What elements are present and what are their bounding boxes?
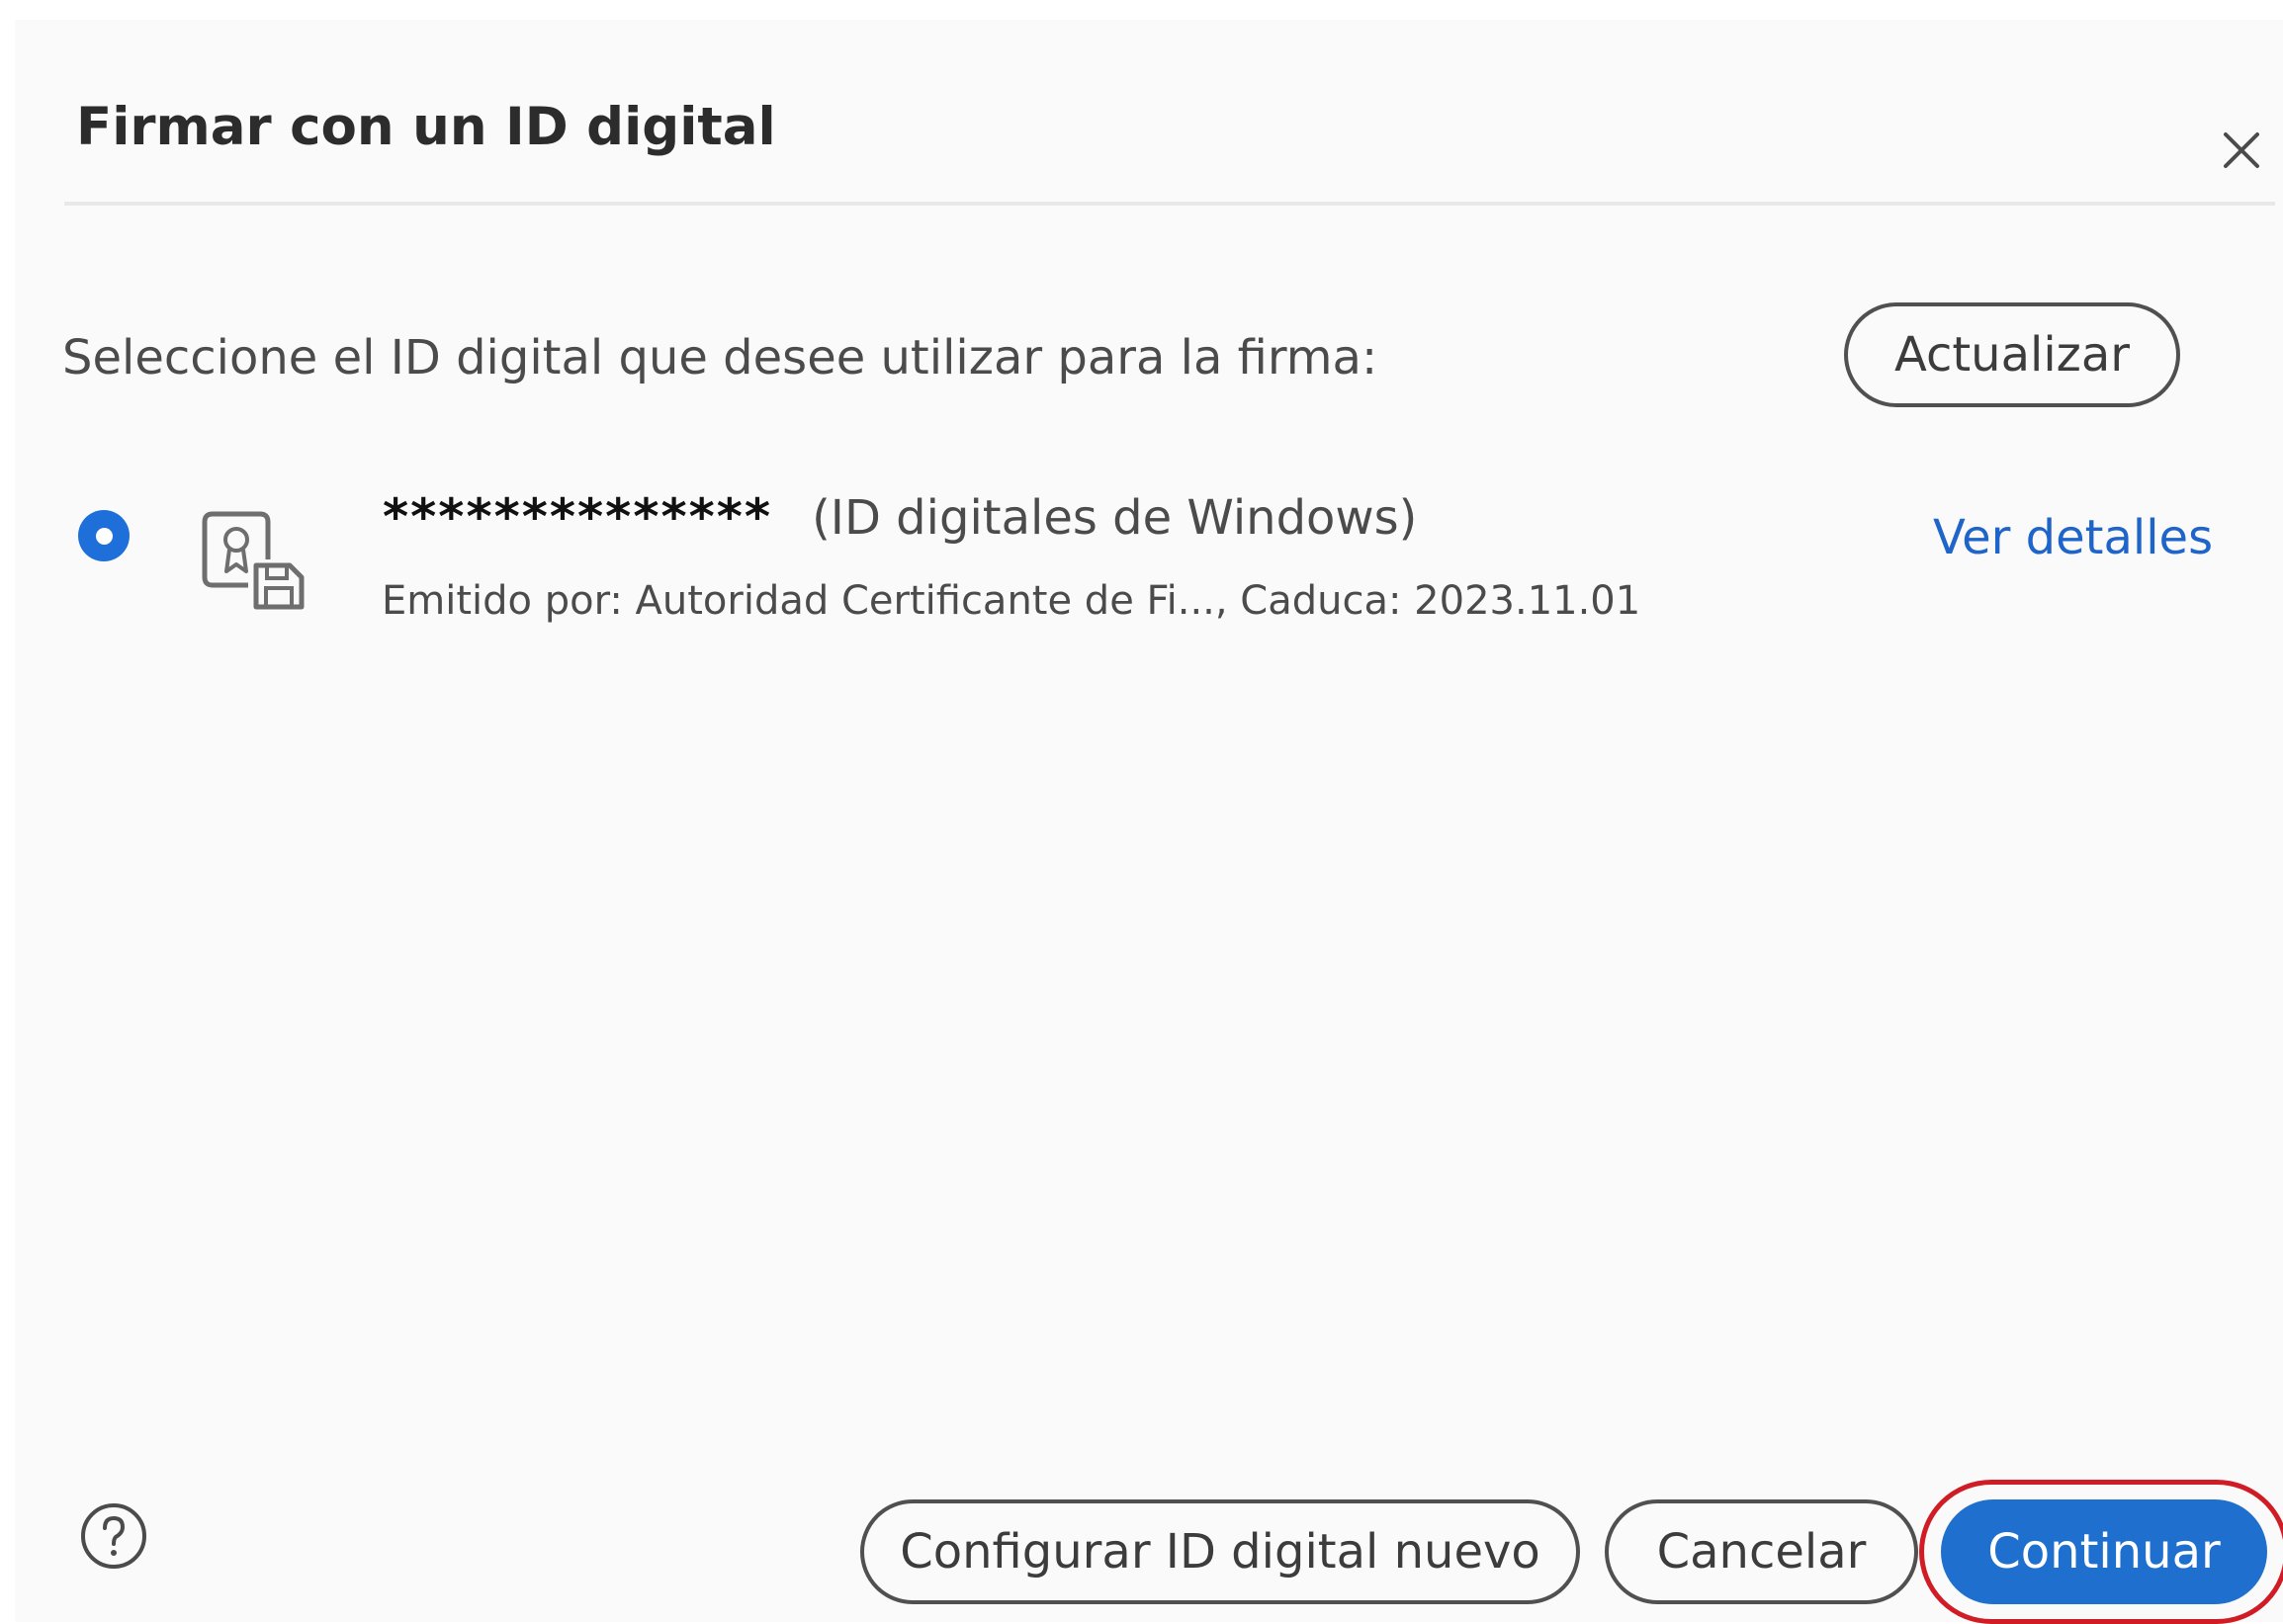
dialog-title: Firmar con un ID digital: [76, 97, 776, 157]
radio-selected-dot: [95, 527, 113, 545]
close-icon[interactable]: [2220, 128, 2263, 172]
cancel-button[interactable]: Cancelar: [1605, 1499, 1918, 1604]
digital-id-masked-name: **************: [383, 488, 773, 546]
help-icon[interactable]: [78, 1500, 149, 1572]
title-divider: [64, 202, 2275, 206]
instruction-text: Seleccione el ID digital que desee utili…: [62, 330, 1378, 385]
continue-button[interactable]: Continuar: [1941, 1499, 2267, 1604]
digital-id-name: ************** (ID digitales de Windows): [383, 492, 1417, 542]
sign-with-digital-id-dialog: Firmar con un ID digital Seleccione el I…: [15, 20, 2283, 1624]
digital-id-radio[interactable]: [78, 510, 130, 561]
digital-id-issuer: Emitido por: Autoridad Certificante de F…: [382, 578, 1641, 624]
configure-new-id-button[interactable]: Configurar ID digital nuevo: [860, 1499, 1580, 1604]
certificate-icon: [202, 511, 305, 610]
view-details-link[interactable]: Ver detalles: [1933, 514, 2213, 561]
update-button[interactable]: Actualizar: [1844, 302, 2180, 407]
digital-id-type: (ID digitales de Windows): [812, 490, 1418, 546]
